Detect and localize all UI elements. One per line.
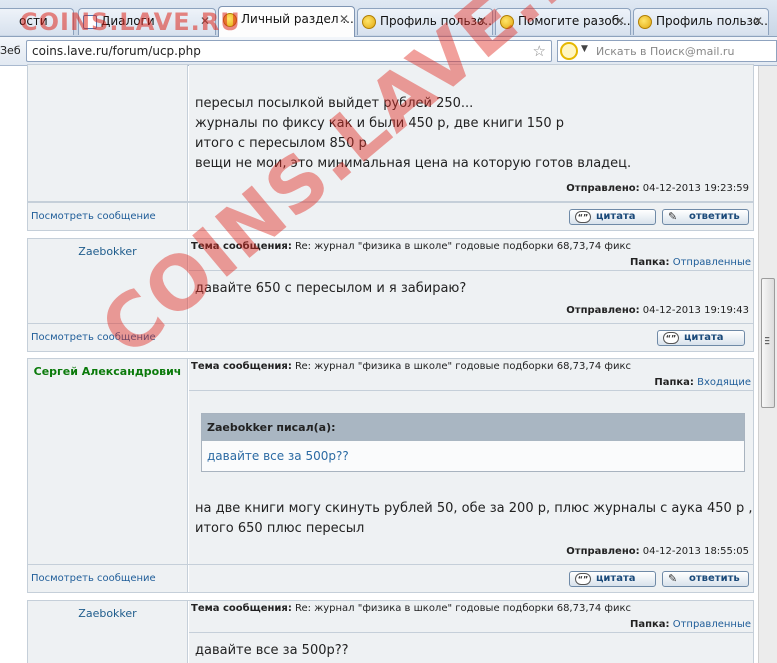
- speech-bubble-icon: “”: [575, 573, 591, 585]
- divider: [189, 632, 753, 633]
- message-body: Тема сообщения: Re: журнал "физика в шко…: [189, 359, 753, 564]
- smiley-icon: [638, 15, 652, 29]
- author-name[interactable]: Zaebokker: [78, 607, 136, 620]
- folder-link[interactable]: Отправленные: [673, 619, 751, 630]
- quote-author: Zaebokker писал(а):: [202, 414, 744, 441]
- chevron-down-icon[interactable]: ▼: [581, 44, 588, 54]
- left-gutter: [0, 66, 27, 663]
- actions-left: Посмотреть сообщение: [28, 203, 188, 230]
- folder-link[interactable]: Отправленные: [673, 257, 751, 268]
- divider: [189, 390, 753, 391]
- grip-icon: ━ ━ ━: [765, 334, 770, 348]
- quote-button[interactable]: “” цитата: [569, 571, 656, 587]
- tab-user-profile-2[interactable]: Профиль пользо... ✕: [633, 8, 769, 35]
- sent-date: Отправлено: 04-12-2013 19:19:43: [566, 305, 749, 316]
- speech-bubble-icon: “”: [575, 211, 591, 223]
- subject-label: Тема сообщения:: [191, 361, 292, 372]
- message-actions-row: Посмотреть сообщение “” цитата ✎ ответит…: [27, 564, 754, 593]
- close-icon[interactable]: ✕: [751, 14, 765, 28]
- close-icon[interactable]: ✕: [613, 14, 627, 28]
- actions-left: Посмотреть сообщение: [28, 565, 188, 592]
- reply-document-icon: ✎: [668, 572, 678, 585]
- subject-line: Тема сообщения: Re: журнал "физика в шко…: [191, 361, 751, 378]
- search-box[interactable]: ▼ Искать в Поиск@mail.ru: [557, 40, 777, 62]
- quote-text: давайте все за 500р??: [207, 449, 349, 463]
- folder-link[interactable]: Входящие: [697, 377, 751, 388]
- folder-line: Папка: Входящие: [654, 377, 751, 388]
- subject-value: Re: журнал "физика в школе" годовые подб…: [295, 603, 631, 614]
- url-text: coins.lave.ru/forum/ucp.php: [32, 44, 201, 58]
- message-line: давайте все за 500р??: [195, 643, 349, 658]
- smiley-icon: [362, 15, 376, 29]
- quote-button-label: цитата: [596, 573, 636, 584]
- message-line: на две книги могу скинуть рублей 50, обе…: [195, 501, 753, 516]
- reply-button-label: ответить: [689, 573, 740, 584]
- search-engine-icon[interactable]: [560, 42, 578, 60]
- quote-button-label: цитата: [596, 211, 636, 222]
- subject-value: Re: журнал "физика в школе" годовые подб…: [295, 241, 631, 252]
- message-body: Тема сообщения: Re: журнал "физика в шко…: [189, 601, 753, 663]
- quote-button[interactable]: “” цитата: [569, 209, 656, 225]
- reply-button[interactable]: ✎ ответить: [662, 209, 749, 225]
- folder-line: Папка: Отправленные: [630, 619, 751, 630]
- author-cell: Zaebokker: [28, 601, 188, 663]
- browser-window: ости Диалоги ✕ Личный раздел ... ✕ Профи…: [0, 0, 777, 663]
- message-row: Zaebokker Тема сообщения: Re: журнал "фи…: [27, 600, 754, 663]
- folder-line: Папка: Отправленные: [630, 257, 751, 268]
- reply-document-icon: ✎: [668, 210, 678, 223]
- close-icon[interactable]: ✕: [337, 12, 351, 26]
- message-row: Сергей Александрович Тема сообщения: Re:…: [27, 358, 754, 565]
- author-cell: Сергей Александрович: [28, 359, 188, 564]
- sent-date: Отправлено: 04-12-2013 18:55:05: [566, 546, 749, 557]
- actions-right: “” цитата: [189, 324, 753, 351]
- subject-line: Тема сообщения: Re: журнал "физика в шко…: [191, 603, 751, 620]
- sent-date: Отправлено: 04-12-2013 19:23:59: [566, 183, 749, 194]
- author-name[interactable]: Zaebokker: [78, 245, 136, 258]
- folder-label: Папка:: [629, 257, 670, 268]
- vertical-scrollbar[interactable]: ━ ━ ━: [758, 66, 777, 663]
- message-actions-row: Посмотреть сообщение “” цитата ✎ ответит…: [27, 202, 754, 231]
- divider: [189, 270, 753, 271]
- quote-block: Zaebokker писал(а): давайте все за 500р?…: [201, 413, 745, 472]
- quote-button-label: цитата: [684, 332, 724, 343]
- author-name[interactable]: Сергей Александрович: [34, 365, 182, 378]
- sent-label: Отправлено:: [566, 546, 640, 557]
- bookmark-star-icon[interactable]: ☆: [533, 42, 546, 60]
- folder-label: Папка:: [654, 377, 694, 388]
- message-text: на две книги могу скинуть рублей 50, обе…: [195, 499, 752, 539]
- scrollbar-thumb[interactable]: ━ ━ ━: [761, 278, 775, 408]
- sent-value: 04-12-2013 19:23:59: [642, 183, 749, 194]
- sent-label: Отправлено:: [566, 183, 640, 194]
- message-line: итого 650 плюс пересыл: [195, 521, 365, 536]
- sent-value: 04-12-2013 18:55:05: [642, 546, 749, 557]
- watermark-top: COINS.LAVE.RU: [20, 8, 241, 36]
- actions-right: “” цитата ✎ ответить: [189, 565, 753, 592]
- quote-button[interactable]: “” цитата: [657, 330, 745, 346]
- message-text: давайте все за 500р??: [195, 641, 349, 661]
- speech-bubble-icon: “”: [663, 332, 679, 344]
- author-cell: [28, 65, 188, 201]
- folder-label: Папка:: [629, 619, 670, 630]
- reply-button-label: ответить: [689, 211, 740, 222]
- reply-button[interactable]: ✎ ответить: [662, 571, 749, 587]
- sent-label: Отправлено:: [566, 305, 640, 316]
- view-message-link[interactable]: Посмотреть сообщение: [31, 211, 156, 222]
- subject-label: Тема сообщения:: [191, 603, 292, 614]
- sent-value: 04-12-2013 19:19:43: [642, 305, 749, 316]
- nav-label: Зеб: [0, 44, 21, 57]
- search-placeholder: Искать в Поиск@mail.ru: [596, 45, 735, 58]
- view-message-link[interactable]: Посмотреть сообщение: [31, 573, 156, 584]
- subject-value: Re: журнал "физика в школе" годовые подб…: [295, 361, 631, 372]
